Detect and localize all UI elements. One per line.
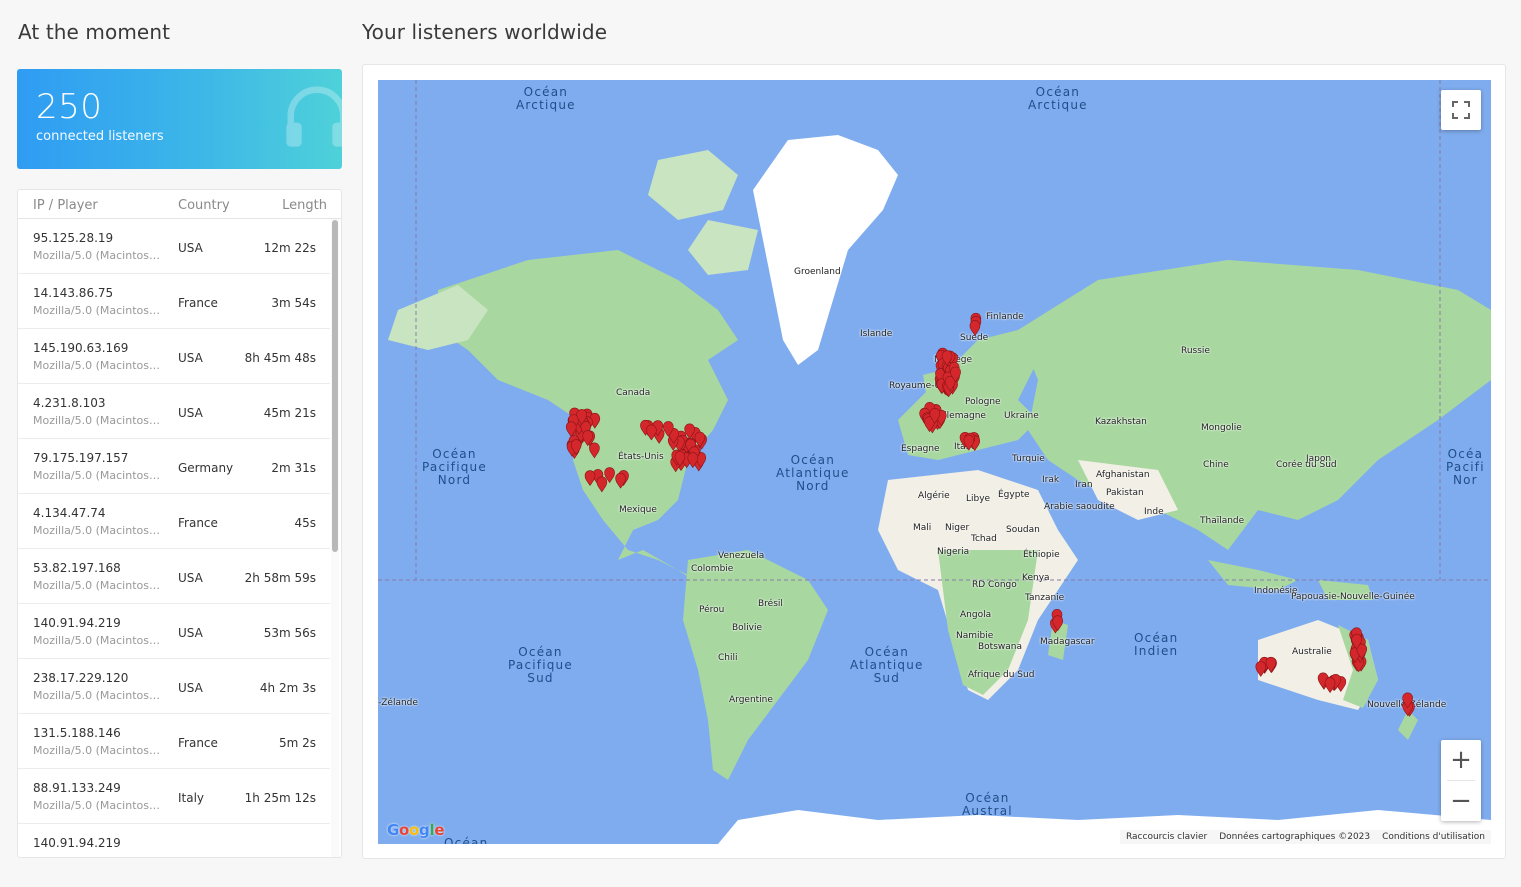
row-country: France [178,296,218,310]
row-length: 8h 45m 48s [244,351,316,365]
row-ip: 79.175.197.157 [33,451,129,465]
listener-marker[interactable] [596,476,608,493]
attribution-link[interactable]: Raccourcis clavier [1126,832,1207,842]
table-row[interactable]: 79.175.197.157 Mozilla/5.0 (Macintosh;...… [18,439,330,494]
row-ip: 131.5.188.146 [33,726,121,740]
row-user-agent: Mozilla/5.0 (Macintosh;... [33,414,163,427]
row-user-agent: Mozilla/5.0 (Macintosh;... [33,634,163,647]
table-row[interactable]: 53.82.197.168 Mozilla/5.0 (Macintosh;... U… [18,549,330,604]
table-row[interactable]: 131.5.188.146 Mozilla/5.0 (Macintosh;... F… [18,714,330,769]
listeners-count: 250 [36,87,103,127]
row-user-agent: Mozilla/5.0 (Macintosh;... [33,359,163,372]
headphones-icon [286,86,342,147]
scrollbar-thumb[interactable] [332,220,338,552]
row-ip: 14.143.86.75 [33,286,114,300]
row-user-agent: Mozilla/5.0 (Macintosh;... [33,249,163,262]
row-length: 2h 58m 59s [244,571,316,585]
row-ip: 140.91.94.219 [33,616,121,630]
listener-marker[interactable] [969,320,981,336]
fullscreen-icon [1452,101,1470,119]
row-length: 3m 54s [271,296,316,310]
row-user-agent: Mozilla/5.0 (Macintosh;... [33,799,163,812]
table-row[interactable]: 140.91.94.219 Mozilla/5.0 (Macintosh;... U… [18,604,330,659]
listener-marker[interactable] [1255,661,1267,677]
row-ip: 95.125.28.19 [33,231,114,245]
table-row[interactable]: 14.143.86.75 Mozilla/5.0 (Macintosh;... Fr… [18,274,330,329]
row-user-agent: Mozilla/5.0 (Macintosh;... [33,689,163,702]
zoom-in-button[interactable]: + [1441,740,1481,780]
row-country: Italy [178,791,205,805]
section-title-listeners-worldwide: Your listeners worldwide [362,20,608,44]
row-user-agent: Mozilla/5.0 (Macintosh;... [33,524,163,537]
row-ip: 53.82.197.168 [33,561,121,575]
map-card: Océan Arctique Océan Arctique Océan Pacifi… [362,64,1506,859]
row-country: France [178,516,218,530]
table-row[interactable]: 140.91.94.219 [18,824,330,857]
row-country: USA [178,571,203,585]
row-ip: 140.91.94.219 [33,836,121,850]
fullscreen-button[interactable] [1441,90,1481,130]
table-row[interactable]: 4.231.8.103 Mozilla/5.0 (Macintosh;... USA… [18,384,330,439]
row-length: 12m 22s [263,241,316,255]
row-ip: 88.91.133.249 [33,781,121,795]
row-length: 45s [294,516,316,530]
row-country: France [178,736,218,750]
listener-marker[interactable] [963,434,975,451]
row-ip: 4.134.47.74 [33,506,106,520]
row-country: USA [178,681,203,695]
world-map[interactable]: Océan Arctique Océan Arctique Océan Pacifi… [378,80,1491,844]
google-logo[interactable]: Google [387,821,444,839]
table-row[interactable]: 88.91.133.249 Mozilla/5.0 (Macintosh;... I… [18,769,330,824]
row-country: USA [178,351,203,365]
row-ip: 145.190.63.169 [33,341,129,355]
table-row[interactable]: 238.17.229.120 Mozilla/5.0 (Macintosh;...… [18,659,330,714]
row-length: 1h 25m 12s [244,791,316,805]
row-user-agent: Mozilla/5.0 (Macintosh;... [33,304,163,317]
table-row[interactable]: 145.190.63.169 Mozilla/5.0 (Macintosh;...… [18,329,330,384]
listener-marker[interactable] [1265,656,1277,673]
listener-marker[interactable] [584,470,596,487]
zoom-out-button[interactable]: − [1441,781,1481,821]
map-attribution: Raccourcis clavier Données cartographique… [1119,830,1491,844]
row-ip: 4.231.8.103 [33,396,106,410]
table-row[interactable]: 95.125.28.19 Mozilla/5.0 (Macintosh;... US… [18,219,330,274]
listener-marker[interactable] [646,424,657,441]
section-title-at-the-moment: At the moment [18,20,171,44]
listeners-stat-card: 250 connected listeners [17,69,342,169]
row-user-agent: Mozilla/5.0 (Macintosh;... [33,744,163,757]
attribution-link[interactable]: Données cartographiques ©2023 [1219,832,1370,842]
listener-marker[interactable] [589,442,600,459]
header-length[interactable]: Length [282,198,327,213]
header-country[interactable]: Country [178,198,230,213]
attribution-link[interactable]: Conditions d'utilisation [1382,832,1485,842]
header-ip-player[interactable]: IP / Player [33,198,98,213]
listeners-table: IP / Player Country Length 95.125.28.19 M… [17,189,342,858]
table-row[interactable]: 4.134.47.74 Mozilla/5.0 (Macintosh;... Fra… [18,494,330,549]
row-length: 2m 31s [271,461,316,475]
table-body: 95.125.28.19 Mozilla/5.0 (Macintosh;... US… [18,219,332,857]
zoom-controls: + − [1441,740,1481,821]
row-ip: 238.17.229.120 [33,671,129,685]
row-user-agent: Mozilla/5.0 (Macintosh;... [33,469,163,482]
row-length: 45m 21s [263,406,316,420]
table-header: IP / Player Country Length [18,190,341,219]
row-country: USA [178,626,203,640]
listener-markers [565,312,1415,717]
row-country: Germany [178,461,234,475]
listeners-label: connected listeners [36,129,164,144]
listener-marker[interactable] [615,472,626,489]
row-length: 53m 56s [263,626,316,640]
row-length: 5m 2s [278,736,316,750]
row-user-agent: Mozilla/5.0 (Macintosh;... [33,579,163,592]
row-country: USA [178,406,203,420]
row-length: 4h 2m 3s [259,681,316,695]
row-country: USA [178,241,203,255]
